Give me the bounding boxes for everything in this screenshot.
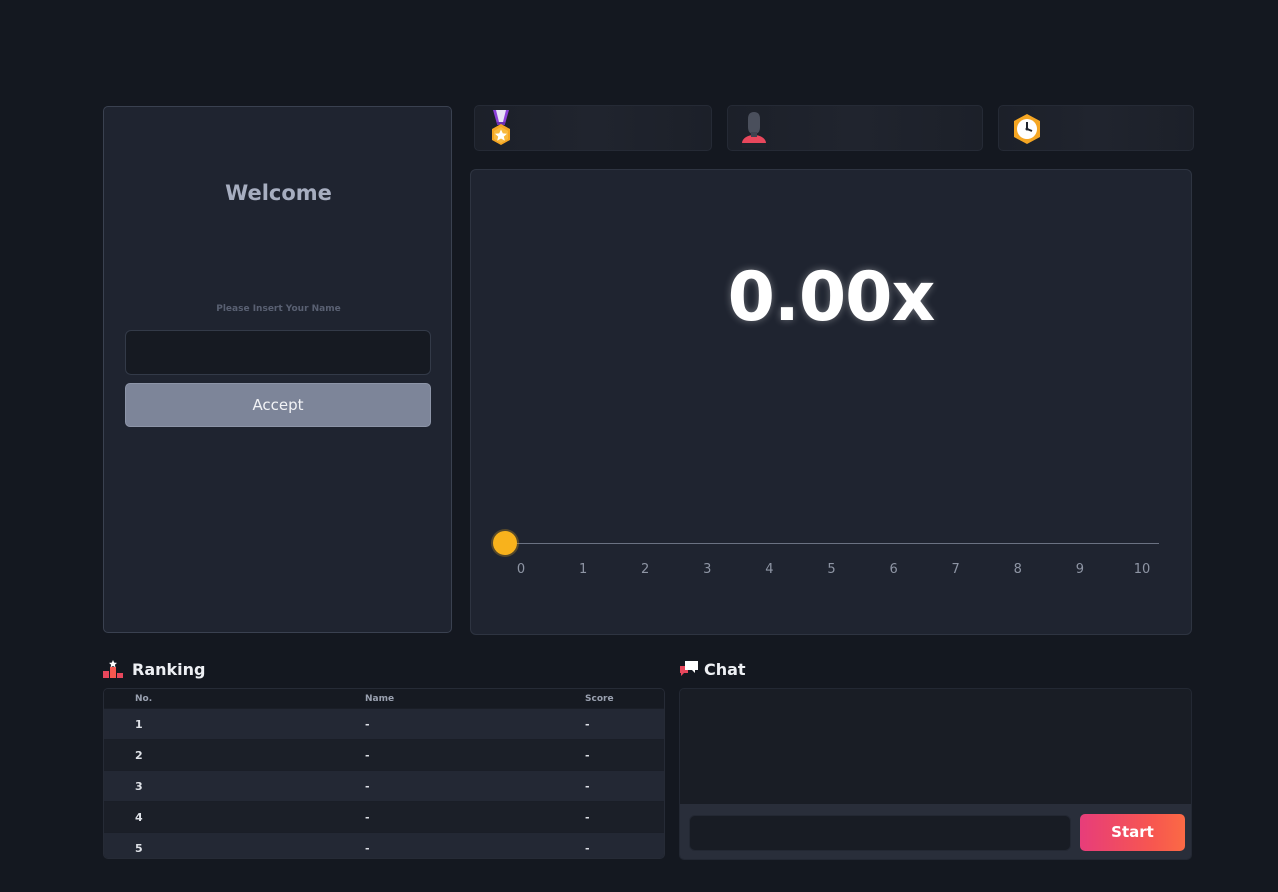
rank-no: 2 bbox=[135, 748, 143, 762]
column-header-score: Score bbox=[585, 693, 614, 704]
podium-icon bbox=[103, 660, 123, 678]
slider-tick-label: 7 bbox=[951, 562, 960, 577]
rank-score: - bbox=[585, 841, 590, 855]
slider-tick-label: 9 bbox=[1075, 562, 1085, 577]
slider-tick-label: 6 bbox=[889, 562, 898, 577]
slider-ticks: 0 1 2 3 4 5 6 7 8 9 10 bbox=[471, 562, 1191, 578]
table-row: 1 - - bbox=[104, 708, 664, 739]
ranking-title: Ranking bbox=[132, 659, 206, 679]
player-stat bbox=[727, 105, 983, 151]
rank-no: 3 bbox=[135, 779, 143, 793]
slider-tick-label: 2 bbox=[641, 562, 650, 577]
ranking-header: Ranking bbox=[103, 658, 205, 680]
table-row: 3 - - bbox=[104, 770, 664, 801]
column-header-name: Name bbox=[365, 693, 395, 704]
table-row: 5 - - bbox=[104, 832, 664, 858]
rank-score: - bbox=[585, 717, 590, 731]
name-label: Please Insert Your Name bbox=[216, 304, 341, 314]
table-row: 2 - - bbox=[104, 739, 664, 770]
rank-score: - bbox=[585, 748, 590, 762]
slider-handle[interactable] bbox=[493, 531, 517, 555]
rank-no: 1 bbox=[135, 717, 143, 731]
chat-footer: Start bbox=[680, 804, 1191, 859]
rank-name: - bbox=[365, 748, 370, 762]
rank-score: - bbox=[585, 810, 590, 824]
rank-no: 5 bbox=[135, 841, 143, 855]
rank-score: - bbox=[585, 779, 590, 793]
slider-tick-label: 0 bbox=[516, 562, 526, 577]
column-header-no: No. bbox=[135, 693, 153, 704]
table-row: 4 - - bbox=[104, 801, 664, 832]
medal-icon bbox=[487, 110, 515, 148]
accept-button[interactable]: Accept bbox=[125, 383, 431, 427]
rank-no: 4 bbox=[135, 810, 143, 824]
welcome-panel: Welcome Please Insert Your Name Accept bbox=[103, 106, 452, 633]
rank-name: - bbox=[365, 810, 370, 824]
rank-name: - bbox=[365, 779, 370, 793]
welcome-title: Welcome bbox=[225, 181, 332, 205]
ranking-table: No. Name Score 1 - - 2 - - 3 - - 4 - - 5… bbox=[103, 688, 665, 859]
start-button[interactable]: Start bbox=[1080, 814, 1185, 851]
slider-tick-label: 5 bbox=[827, 562, 836, 577]
name-input[interactable] bbox=[125, 330, 431, 375]
chat-header: Chat bbox=[679, 658, 746, 680]
rank-name: - bbox=[365, 717, 370, 731]
chat-title: Chat bbox=[704, 659, 746, 679]
slider-tick-label: 8 bbox=[1013, 562, 1022, 577]
rank-name: - bbox=[365, 841, 370, 855]
time-stat bbox=[998, 105, 1194, 151]
chat-messages bbox=[680, 689, 1191, 804]
slider-tick-label: 10 bbox=[1133, 562, 1151, 577]
multiplier-display: 0.00x bbox=[727, 258, 936, 337]
chat-bubbles-icon bbox=[679, 660, 699, 678]
chat-panel: Start bbox=[679, 688, 1192, 860]
points-stat bbox=[474, 105, 712, 151]
slider-tick-label: 4 bbox=[765, 562, 774, 577]
slider-tick-label: 3 bbox=[703, 562, 712, 577]
ranking-table-header: No. Name Score bbox=[104, 689, 664, 708]
user-icon bbox=[740, 110, 768, 151]
slider-tick-label: 1 bbox=[578, 562, 588, 577]
chat-input[interactable] bbox=[689, 815, 1071, 851]
slider-track[interactable] bbox=[511, 543, 1159, 544]
clock-icon bbox=[1011, 110, 1040, 148]
game-panel: 0.00x 0 1 2 3 4 5 6 7 8 9 10 bbox=[470, 169, 1192, 635]
